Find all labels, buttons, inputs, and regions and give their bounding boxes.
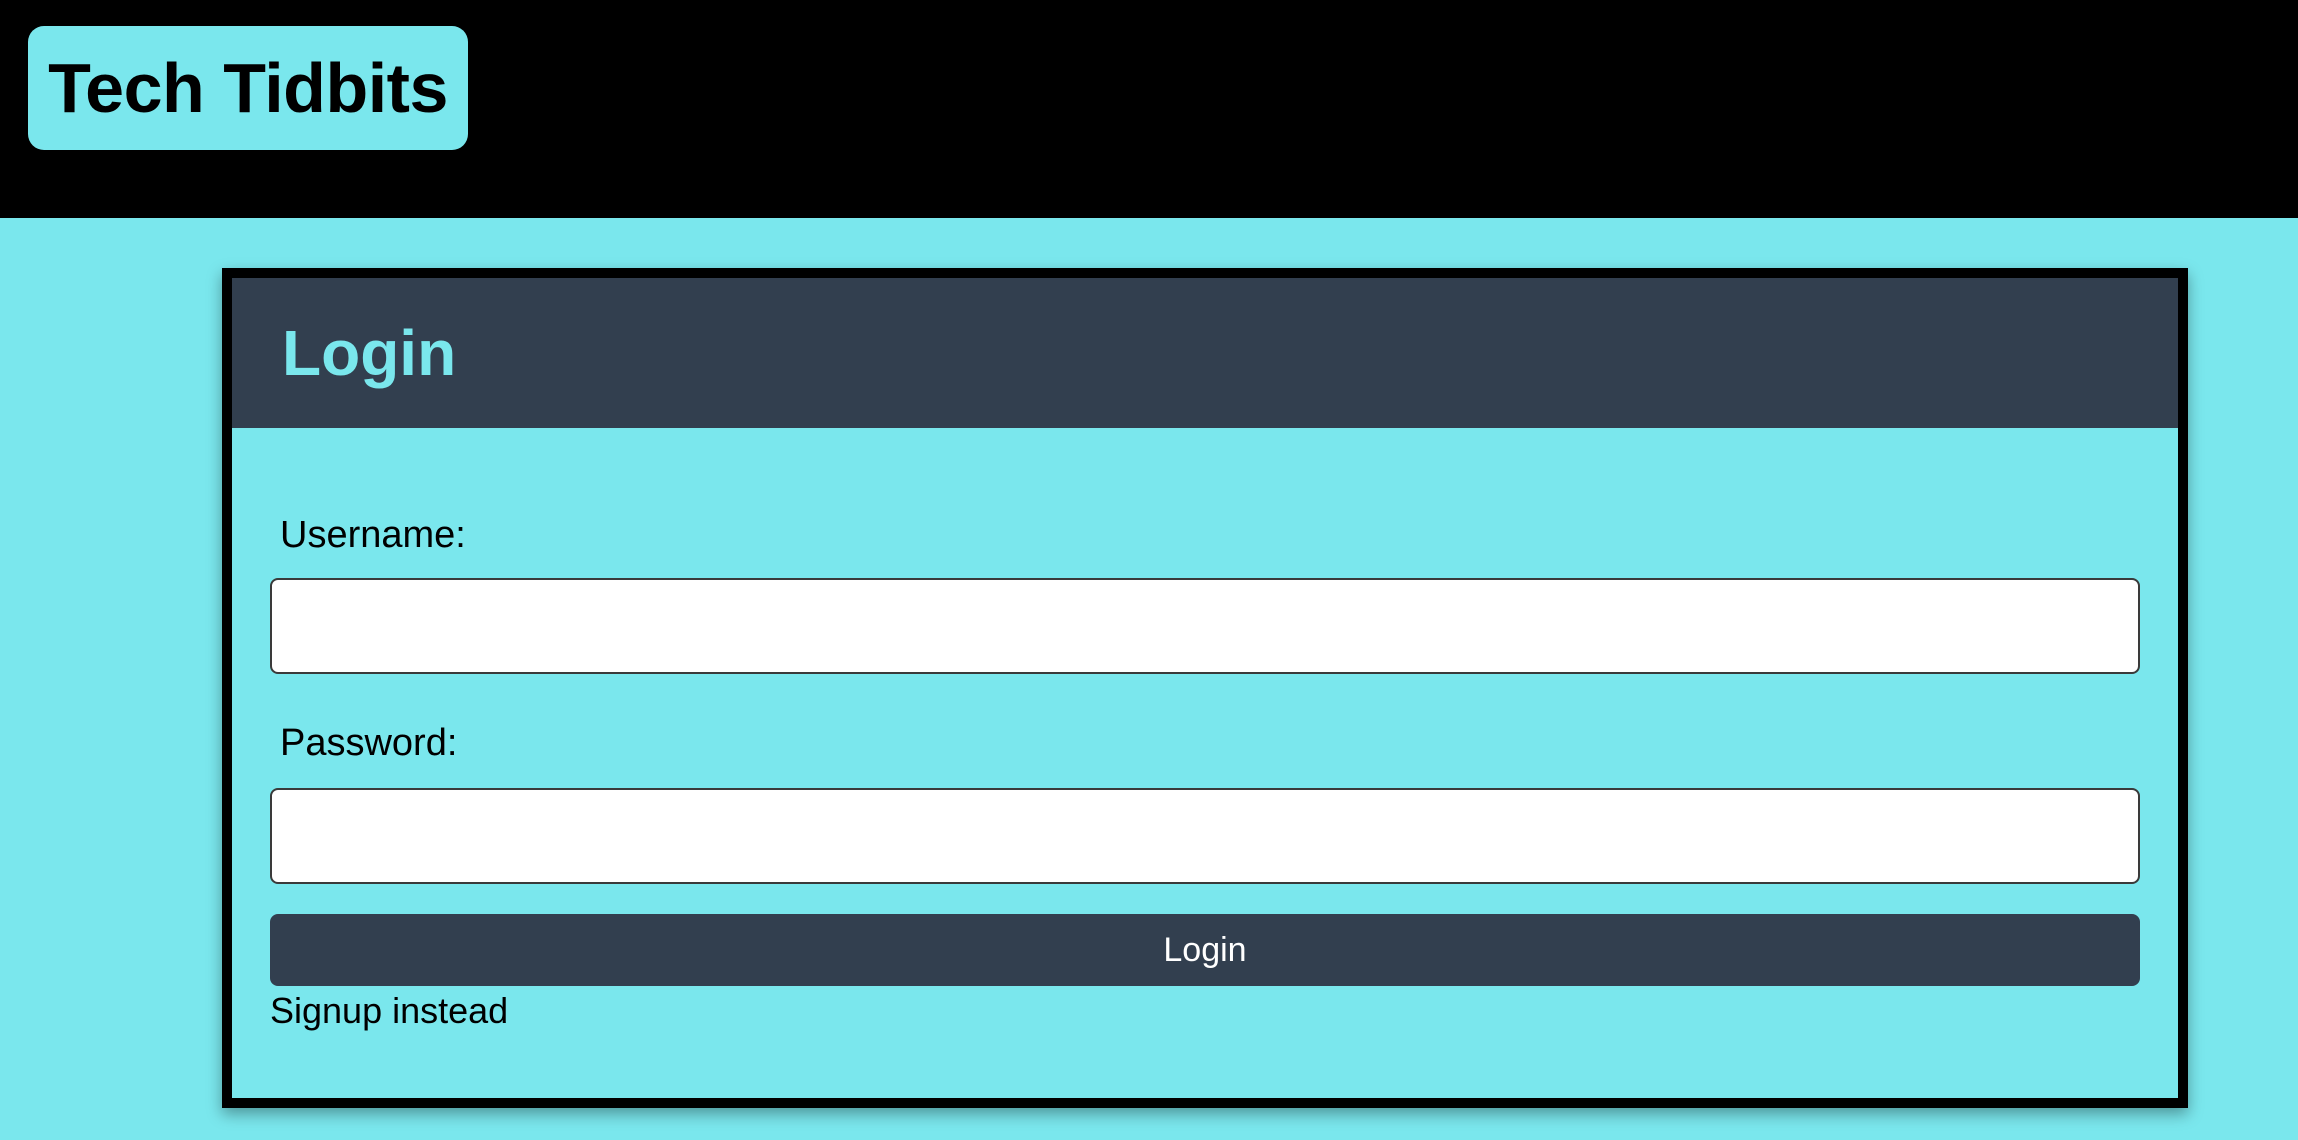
password-input[interactable] [270,788,2140,884]
brand-logo[interactable]: Tech Tidbits [28,26,468,150]
login-button[interactable]: Login [270,914,2140,986]
password-label: Password: [280,722,458,764]
login-title: Login [282,317,457,389]
top-navbar: Tech Tidbits [0,0,2298,218]
username-label: Username: [280,514,466,556]
login-card-header: Login [232,278,2178,428]
username-input[interactable] [270,578,2140,674]
signup-link[interactable]: Signup instead [270,990,508,1032]
login-card: Login Username: Password: Login Signup i… [222,268,2188,1108]
